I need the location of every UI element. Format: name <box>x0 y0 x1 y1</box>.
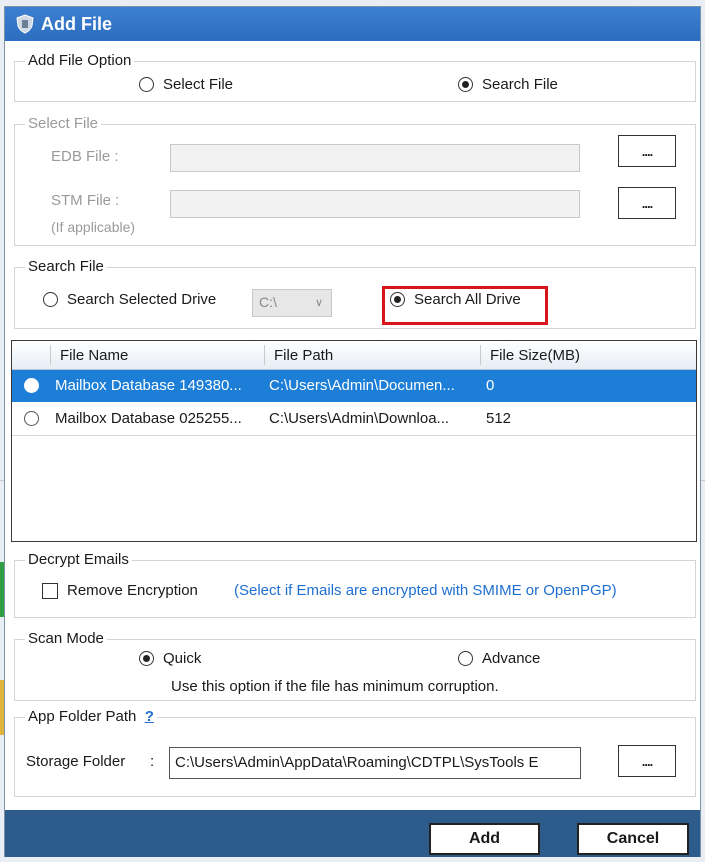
radio-indicator[interactable] <box>390 292 405 307</box>
grid-header: File Name File Path File Size(MB) <box>12 341 696 370</box>
dialog-title: Add File <box>41 14 112 34</box>
table-row[interactable]: Mailbox Database 149380... C:\Users\Admi… <box>12 370 696 402</box>
search-file-label: Search File <box>482 76 558 93</box>
select-file-label: Select File <box>163 76 234 93</box>
column-separator <box>50 345 51 365</box>
app-folder-title-text: App Folder Path <box>28 708 137 725</box>
edb-file-input[interactable] <box>170 144 580 172</box>
help-link[interactable]: ? <box>145 708 154 725</box>
storage-folder-input[interactable]: C:\Users\Admin\AppData\Roaming\CDTPL\Sys… <box>169 747 581 779</box>
drive-select[interactable]: C:\ ∨ <box>252 289 332 317</box>
column-separator <box>480 345 481 365</box>
column-file-path[interactable]: File Path <box>274 347 333 364</box>
edb-file-label: EDB File : <box>51 148 119 165</box>
scan-mode-title: Scan Mode <box>25 630 107 648</box>
search-file-title: Search File <box>25 258 107 276</box>
quick-radio[interactable]: Quick <box>139 650 201 667</box>
file-size-cell: 512 <box>486 410 512 427</box>
radio-indicator[interactable] <box>458 651 473 666</box>
search-all-drive-radio[interactable]: Search All Drive <box>390 291 521 308</box>
search-all-drive-label: Search All Drive <box>414 291 521 308</box>
storage-folder-colon: : <box>150 753 155 770</box>
stm-note: (If applicable) <box>51 219 136 235</box>
file-name-cell: Mailbox Database 025255... <box>55 410 242 427</box>
stm-browse-button[interactable]: .... <box>618 187 676 219</box>
select-file-radio[interactable]: Select File <box>139 76 233 93</box>
checkbox-indicator[interactable] <box>42 582 58 599</box>
title-bar: Add File <box>5 7 700 41</box>
add-button[interactable]: Add <box>429 823 540 855</box>
radio-indicator[interactable] <box>43 292 58 307</box>
column-file-name[interactable]: File Name <box>60 347 128 364</box>
file-grid[interactable]: File Name File Path File Size(MB) Mailbo… <box>11 340 697 542</box>
add-file-option-title: Add File Option <box>25 52 135 70</box>
search-file-radio[interactable]: Search File <box>458 76 558 93</box>
stm-file-input[interactable] <box>170 190 580 218</box>
advance-radio[interactable]: Advance <box>458 650 540 667</box>
drive-value: C:\ <box>259 294 277 310</box>
file-path-cell: C:\Users\Admin\Downloa... <box>269 410 450 427</box>
file-path-cell: C:\Users\Admin\Documen... <box>269 377 455 394</box>
search-selected-drive-radio[interactable]: Search Selected Drive <box>43 291 216 308</box>
radio-indicator[interactable] <box>458 77 473 92</box>
search-selected-drive-label: Search Selected Drive <box>67 291 217 308</box>
decrypt-hint: (Select if Emails are encrypted with SMI… <box>234 582 617 599</box>
chevron-down-icon: ∨ <box>314 297 323 309</box>
file-size-cell: 0 <box>486 377 495 394</box>
dialog-footer: Add Cancel <box>5 810 700 857</box>
storage-browse-button[interactable]: .... <box>618 745 676 777</box>
column-file-size[interactable]: File Size(MB) <box>490 347 580 364</box>
advance-label: Advance <box>482 650 541 667</box>
select-file-title: Select File <box>25 115 102 133</box>
file-name-cell: Mailbox Database 149380... <box>55 377 242 394</box>
remove-encryption-label: Remove Encryption <box>67 582 198 599</box>
add-file-dialog: Add File Add File Option Select File Sea… <box>4 6 701 857</box>
stm-file-label: STM File : <box>51 192 120 209</box>
decrypt-emails-title: Decrypt Emails <box>25 551 132 569</box>
row-divider <box>12 435 696 436</box>
add-file-option-group: Add File Option <box>14 52 696 102</box>
app-folder-title: App Folder Path ? <box>25 708 157 726</box>
edb-browse-button[interactable]: .... <box>618 135 676 167</box>
app-shield-icon <box>16 14 34 34</box>
storage-folder-label: Storage Folder <box>26 753 126 770</box>
quick-label: Quick <box>163 650 202 667</box>
radio-indicator[interactable] <box>139 651 154 666</box>
row-radio[interactable] <box>24 378 39 393</box>
scan-mode-note: Use this option if the file has minimum … <box>171 678 499 695</box>
row-radio[interactable] <box>24 411 39 426</box>
cancel-button[interactable]: Cancel <box>577 823 689 855</box>
table-row[interactable]: Mailbox Database 025255... C:\Users\Admi… <box>12 403 696 435</box>
column-separator <box>264 345 265 365</box>
remove-encryption-checkbox[interactable]: Remove Encryption <box>42 582 198 599</box>
radio-indicator[interactable] <box>139 77 154 92</box>
